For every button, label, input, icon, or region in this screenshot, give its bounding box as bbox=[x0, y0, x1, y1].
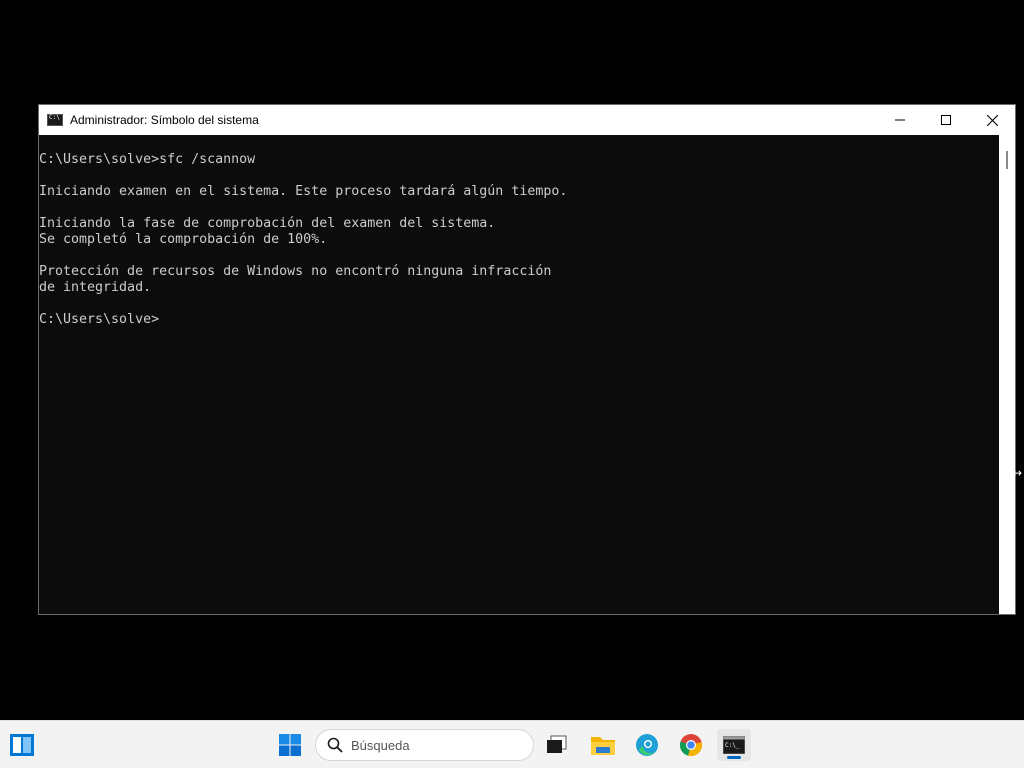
task-view-button[interactable] bbox=[540, 729, 574, 761]
maximize-button[interactable] bbox=[923, 105, 969, 135]
console-line: C:\Users\solve>sfc /scannow bbox=[39, 152, 256, 167]
taskbar: Búsqueda C:\_ bbox=[0, 720, 1024, 768]
file-explorer-icon bbox=[591, 737, 615, 755]
resize-cursor-icon: ↔ bbox=[1012, 466, 1023, 480]
edge-icon bbox=[636, 734, 658, 756]
search-icon bbox=[327, 737, 343, 753]
close-button[interactable] bbox=[969, 105, 1015, 135]
chrome-icon bbox=[679, 734, 702, 756]
widgets-button[interactable] bbox=[10, 734, 34, 756]
close-icon bbox=[986, 114, 998, 126]
search-placeholder: Búsqueda bbox=[351, 737, 410, 753]
edge-button[interactable] bbox=[630, 729, 664, 761]
taskbar-search[interactable]: Búsqueda bbox=[315, 729, 534, 761]
console-line: Iniciando la fase de comprobación del ex… bbox=[39, 216, 496, 231]
widgets-icon bbox=[10, 734, 34, 756]
windows-start-icon bbox=[279, 734, 301, 756]
chrome-button[interactable] bbox=[674, 729, 708, 761]
vertical-scrollbar[interactable] bbox=[999, 135, 1015, 614]
cmd-app-icon bbox=[47, 114, 63, 126]
command-prompt-window[interactable]: Administrador: Símbolo del sistema C:\Us… bbox=[38, 104, 1016, 615]
console-line: de integridad. bbox=[39, 280, 152, 295]
title-bar[interactable]: Administrador: Símbolo del sistema bbox=[39, 105, 1015, 135]
minimize-button[interactable] bbox=[877, 105, 923, 135]
console-line: Protección de recursos de Windows no enc… bbox=[39, 264, 552, 279]
console-line: Se completó la comprobación de 100%. bbox=[39, 232, 328, 247]
minimize-icon bbox=[895, 119, 905, 121]
command-prompt-taskbar-button[interactable]: C:\_ bbox=[717, 729, 751, 761]
maximize-icon bbox=[941, 115, 951, 125]
command-prompt-icon: C:\_ bbox=[723, 736, 745, 754]
task-view-icon bbox=[547, 735, 567, 753]
svg-text:C:\_: C:\_ bbox=[725, 742, 740, 749]
file-explorer-button[interactable] bbox=[586, 729, 620, 761]
console-output[interactable]: C:\Users\solve>sfc /scannow Iniciando exa… bbox=[39, 135, 999, 614]
window-controls bbox=[877, 105, 1015, 135]
scrollbar-thumb[interactable] bbox=[1006, 151, 1008, 169]
active-app-indicator bbox=[727, 756, 741, 759]
start-button[interactable] bbox=[273, 729, 307, 761]
console-line: Iniciando examen en el sistema. Este pro… bbox=[39, 184, 568, 199]
console-line: C:\Users\solve> bbox=[39, 312, 160, 327]
desktop: Administrador: Símbolo del sistema C:\Us… bbox=[0, 0, 1024, 720]
window-title: Administrador: Símbolo del sistema bbox=[70, 113, 259, 127]
